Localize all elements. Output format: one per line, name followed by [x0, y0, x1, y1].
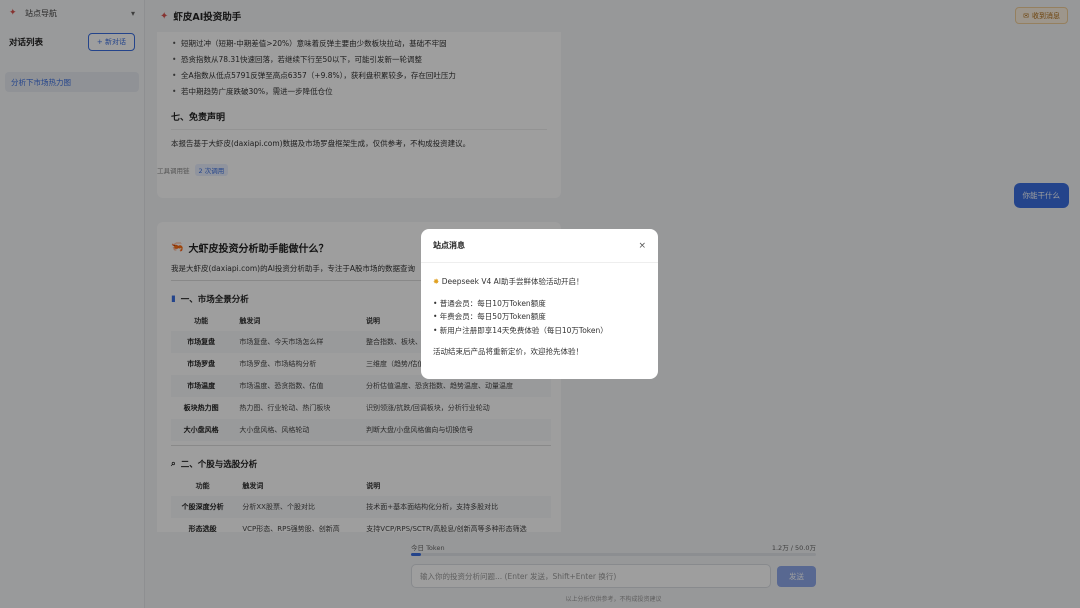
modal-body: ✸ Deepseek V4 AI助手尝鲜体验活动开启！ • 普通会员：每日10万… [421, 263, 658, 359]
modal-footer: 活动结束后产品将重新定价，欢迎抢先体验！ [433, 347, 583, 356]
modal-line: • 新用户注册即享14天免费体验（每日10万Token） [433, 325, 608, 335]
close-icon[interactable]: × [638, 241, 646, 251]
modal-headline: ✸ Deepseek V4 AI助手尝鲜体验活动开启！ [433, 277, 584, 286]
modal-line: • 普通会员：每日10万Token额度 [433, 298, 546, 308]
modal-header: 站点消息 × [421, 229, 658, 263]
modal-line: • 年费会员：每日50万Token额度 [433, 312, 546, 321]
site-message-modal: 站点消息 × ✸ Deepseek V4 AI助手尝鲜体验活动开启！ • 普通会… [421, 229, 658, 379]
party-popper-icon: ✸ [433, 277, 440, 286]
modal-title: 站点消息 [433, 241, 465, 250]
